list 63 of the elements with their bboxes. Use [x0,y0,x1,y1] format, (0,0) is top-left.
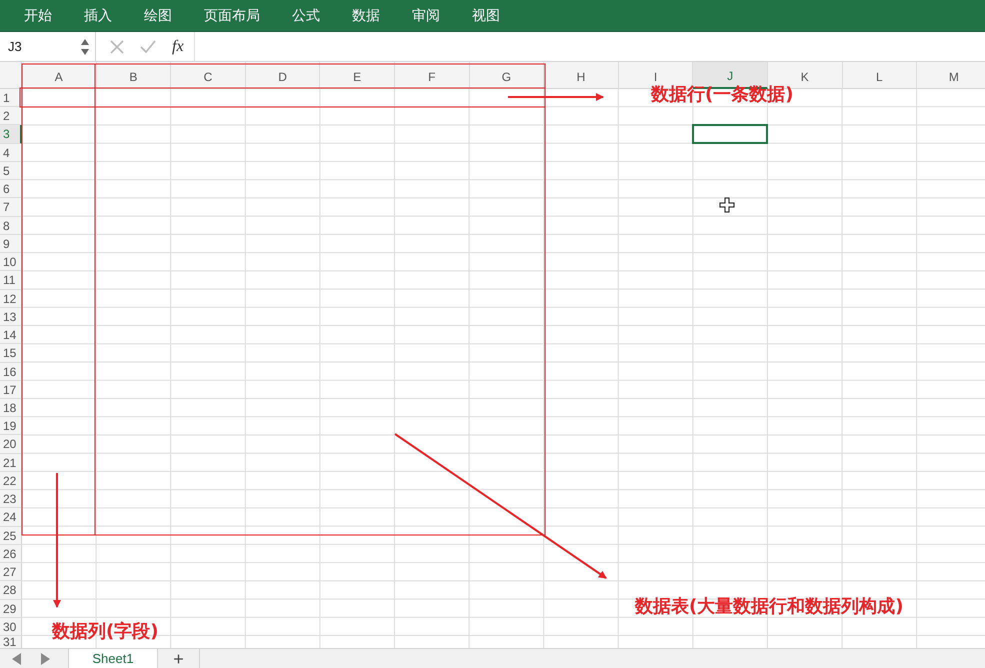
row-header[interactable]: 9 [0,234,22,254]
row-header[interactable]: 7 [0,198,22,217]
column-header[interactable]: L [842,62,918,89]
row-header[interactable]: 13 [0,308,22,326]
row-header[interactable]: 11 [0,271,22,290]
row-header[interactable]: 15 [0,344,22,363]
row-header[interactable]: 30 [0,618,22,636]
row-header[interactable]: 18 [0,398,22,418]
row-header[interactable]: 5 [0,162,22,180]
function-button[interactable]: fx [172,38,184,56]
cell-reference: J3 [8,39,22,54]
column-header[interactable]: B [96,62,172,89]
ribbon-tab[interactable]: 页面布局 [188,6,276,24]
row-header[interactable]: 27 [0,563,22,582]
ribbon-tab[interactable]: 数据 [336,6,396,24]
select-all-corner[interactable] [0,62,22,89]
row-header[interactable]: 25 [0,526,22,545]
row-header[interactable]: 26 [0,544,22,564]
stepper-icon[interactable] [81,38,89,56]
scroll-right-icon[interactable] [40,652,50,664]
column-header[interactable]: A [22,62,97,89]
row-header[interactable]: 16 [0,362,22,381]
row-header[interactable]: 4 [0,144,22,162]
name-box[interactable]: J3 [0,32,96,61]
ribbon-tab[interactable]: 插入 [68,6,128,24]
row-header[interactable]: 22 [0,472,22,490]
column-header[interactable]: H [544,62,619,89]
row-header[interactable]: 31 [0,636,22,648]
column-header[interactable]: F [394,62,470,89]
ribbon-tab[interactable]: 审阅 [396,6,456,24]
annotation-label: 数据表(大量数据行和数据列构成) [635,596,904,618]
column-header[interactable]: E [320,62,395,89]
column-header[interactable]: C [171,62,246,89]
row-header[interactable]: 21 [0,454,22,472]
ribbon-tab[interactable]: 公式 [276,6,336,24]
row-header[interactable]: 19 [0,417,22,436]
row-header[interactable]: 28 [0,581,22,600]
row-header[interactable]: 14 [0,326,22,344]
column-header[interactable]: M [917,62,985,89]
active-cell[interactable] [692,124,768,144]
row-header[interactable]: 8 [0,216,22,235]
cancel-icon[interactable] [110,40,124,54]
row-header[interactable]: 3 [0,125,22,144]
annotation-label: 数据列(字段) [52,621,158,643]
row-header[interactable]: 23 [0,490,22,508]
row-header[interactable]: 2 [0,107,22,126]
row-header[interactable]: 24 [0,508,22,527]
row-header[interactable]: 6 [0,180,22,198]
scroll-left-icon[interactable] [12,652,22,664]
ribbon-tab[interactable]: 开始 [8,6,68,24]
row-header[interactable]: 20 [0,435,22,454]
check-icon[interactable] [140,40,156,54]
ribbon-tab[interactable]: 视图 [456,6,516,24]
row-header[interactable]: 1 [0,89,22,108]
row-header[interactable]: 29 [0,600,22,618]
column-header[interactable]: D [246,62,320,89]
row-header[interactable]: 12 [0,290,22,308]
column-header[interactable]: G [470,62,544,89]
ribbon-tab[interactable]: 绘图 [128,6,188,24]
sheet-tab[interactable]: Sheet1 [68,649,158,668]
cursor-icon [720,198,734,212]
row-header[interactable]: 10 [0,253,22,272]
row-header[interactable]: 17 [0,380,22,399]
